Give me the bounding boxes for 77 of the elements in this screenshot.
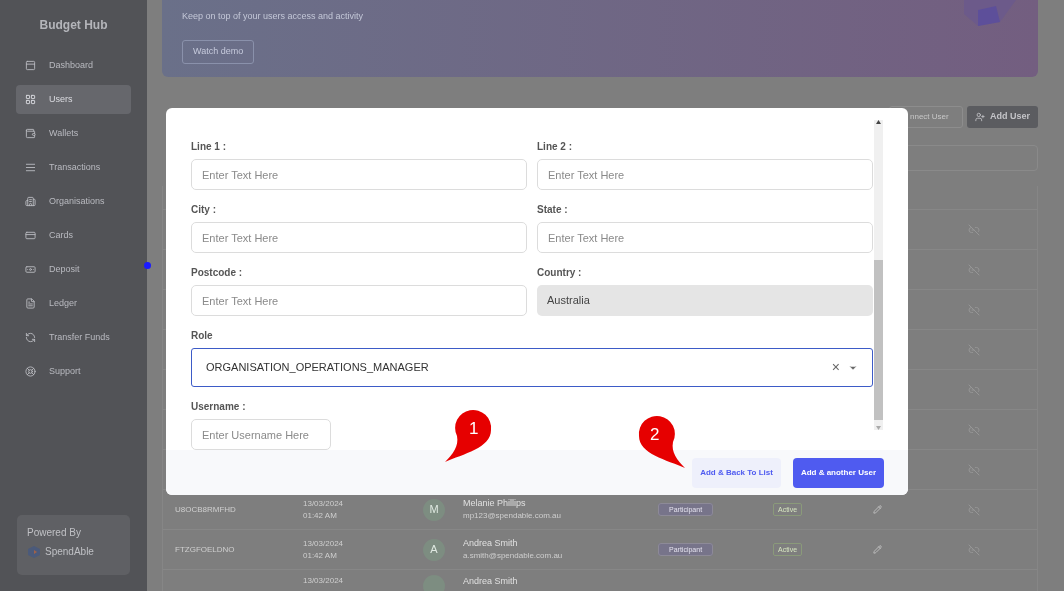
field-label: Country : bbox=[537, 267, 583, 279]
nav-item[interactable]: Organisations bbox=[16, 187, 131, 216]
input-field[interactable]: Enter Text Here bbox=[191, 222, 527, 253]
date-cell-text: 13/03/2024 bbox=[303, 497, 345, 510]
field-label: Username : bbox=[191, 401, 247, 413]
user-email: a.smith@spendable.com.au bbox=[463, 550, 564, 563]
user-name: Melanie Phillips bbox=[463, 496, 527, 510]
field-label: Postcode : bbox=[191, 267, 244, 279]
lifebuoy-icon bbox=[25, 366, 36, 377]
document-icon bbox=[25, 298, 36, 309]
banknote-icon bbox=[25, 264, 36, 275]
nav-item[interactable]: Deposit bbox=[16, 255, 131, 284]
app-title: Budget Hub bbox=[38, 17, 109, 34]
submit-button[interactable]: Add & another User bbox=[792, 457, 884, 488]
unlink-icon[interactable] bbox=[968, 303, 980, 316]
watch-demo-button[interactable]: Watch demo bbox=[182, 39, 255, 64]
input-field: Australia bbox=[537, 285, 873, 316]
lines-icon bbox=[25, 162, 36, 173]
nav-item[interactable]: Ledger bbox=[16, 289, 131, 318]
date-cell-text: 13/03/2024 bbox=[303, 537, 345, 550]
table-cell: FTZGFOELDNO bbox=[175, 544, 235, 554]
nav-item[interactable]: Dashboard bbox=[16, 51, 131, 80]
logo-icon bbox=[27, 544, 41, 559]
input-field[interactable]: Enter Text Here bbox=[537, 159, 873, 190]
callout-number: 1 bbox=[469, 420, 479, 437]
table-cell: U8OCB8RMFHD bbox=[175, 504, 236, 514]
callout-number: 2 bbox=[650, 426, 660, 443]
avatar: M bbox=[423, 498, 445, 521]
clear-button[interactable]: × bbox=[831, 357, 840, 378]
field-label: City : bbox=[191, 204, 217, 216]
nav-item[interactable]: Support bbox=[16, 357, 131, 386]
brand-name: SpendAble bbox=[45, 545, 94, 559]
unlink-icon[interactable] bbox=[968, 463, 980, 476]
field-label: Line 2 : bbox=[537, 141, 573, 153]
edit-icon[interactable] bbox=[873, 505, 882, 514]
avatar: A bbox=[423, 538, 445, 561]
field-label: State : bbox=[537, 204, 569, 216]
input-field[interactable]: Enter Text Here bbox=[191, 285, 527, 316]
nav-item[interactable]: Wallets bbox=[16, 119, 131, 148]
select-field[interactable]: ORGANISATION_OPERATIONS_MANAGER × bbox=[191, 348, 873, 387]
nav-item[interactable]: Transfer Funds bbox=[16, 323, 131, 352]
scroll-down-icon[interactable] bbox=[876, 426, 881, 430]
card-icon bbox=[25, 230, 36, 241]
nav-item[interactable]: Transactions bbox=[16, 153, 131, 182]
dashboard-icon bbox=[25, 60, 36, 71]
submit-button[interactable]: Add & Back To List bbox=[692, 457, 781, 488]
building-icon bbox=[25, 196, 36, 207]
unlink-icon[interactable] bbox=[968, 343, 980, 356]
add-user-button[interactable]: Add User bbox=[967, 106, 1038, 128]
user-name: Andrea Smith bbox=[463, 575, 519, 588]
unlink-icon[interactable] bbox=[968, 503, 980, 516]
user-plus-icon bbox=[975, 112, 985, 122]
edit-icon[interactable] bbox=[873, 545, 882, 554]
arrows-circle-icon bbox=[25, 332, 36, 343]
field-label: Role bbox=[191, 330, 214, 342]
input-field[interactable]: Enter Text Here bbox=[191, 159, 527, 190]
scrollbar-thumb[interactable] bbox=[874, 260, 883, 420]
banner-subtitle: Keep on top of your users access and activity bbox=[182, 10, 364, 23]
input-field[interactable]: Enter Text Here bbox=[537, 222, 873, 253]
nav-item[interactable]: Cards bbox=[16, 221, 131, 250]
powered-label: Powered By bbox=[27, 526, 82, 540]
field-label: Line 1 : bbox=[191, 141, 227, 153]
time-cell-text: 01:42 AM bbox=[303, 509, 338, 522]
wallet-icon bbox=[25, 128, 36, 139]
unlink-icon[interactable] bbox=[968, 543, 980, 556]
grid-icon bbox=[25, 94, 36, 105]
unlink-icon[interactable] bbox=[968, 263, 980, 276]
unlink-icon[interactable] bbox=[968, 223, 980, 236]
unlink-icon[interactable] bbox=[968, 423, 980, 436]
unlink-icon[interactable] bbox=[968, 383, 980, 396]
user-name: Andrea Smith bbox=[463, 536, 519, 550]
user-email: mp123@spendable.com.au bbox=[463, 510, 562, 523]
scroll-up-icon[interactable] bbox=[876, 120, 881, 124]
time-cell-text: 01:42 AM bbox=[303, 549, 338, 562]
input-field[interactable]: Enter Username Here bbox=[191, 419, 331, 450]
date-cell-text: 13/03/2024 bbox=[303, 575, 345, 587]
nav-item[interactable]: Users bbox=[16, 85, 131, 114]
